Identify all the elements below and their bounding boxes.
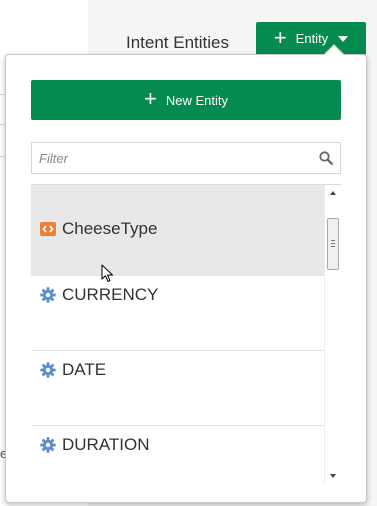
thumb-grip-line xyxy=(331,246,335,247)
scroll-down-arrow-icon[interactable] xyxy=(330,474,336,478)
list-item-currency[interactable]: CURRENCY xyxy=(31,276,324,351)
list-item-date[interactable]: DATE xyxy=(31,351,324,426)
gear-icon xyxy=(40,437,56,453)
gear-icon xyxy=(40,362,56,378)
plus-icon: + xyxy=(144,86,157,111)
new-entity-button[interactable]: + New Entity xyxy=(31,80,341,120)
list-item-label: CURRENCY xyxy=(62,285,159,304)
scrollbar-thumb[interactable] xyxy=(327,218,339,270)
new-entity-button-label: New Entity xyxy=(165,92,228,108)
gear-icon xyxy=(40,287,56,303)
filter-input[interactable] xyxy=(32,143,340,173)
mouse-cursor-icon xyxy=(101,264,113,282)
filter-field[interactable] xyxy=(31,142,341,174)
list-item-cheesetype[interactable]: CheeseType xyxy=(31,185,324,276)
page-title: Intent Entities xyxy=(126,33,230,52)
screen: er Intent Entities + Entity + New Entity xyxy=(0,0,377,506)
add-entity-button[interactable]: + Entity xyxy=(256,22,366,55)
entity-list: CheeseType CURRENCY DATE DURATION xyxy=(31,184,341,483)
list-item-label: DURATION xyxy=(62,435,150,454)
plus-icon: + xyxy=(273,24,287,50)
search-icon[interactable] xyxy=(319,151,333,165)
custom-entity-icon xyxy=(40,222,56,236)
list-item-label: CheeseType xyxy=(62,219,158,238)
scroll-up-arrow-icon[interactable] xyxy=(330,191,336,195)
thumb-grip-line xyxy=(331,243,335,244)
caret-down-icon xyxy=(338,35,349,42)
list-item-duration[interactable]: DURATION xyxy=(31,426,324,483)
list-scrollbar[interactable] xyxy=(324,185,341,483)
thumb-grip-line xyxy=(331,240,335,241)
add-entity-button-label: Entity xyxy=(295,31,329,46)
list-item-label: DATE xyxy=(62,360,107,379)
